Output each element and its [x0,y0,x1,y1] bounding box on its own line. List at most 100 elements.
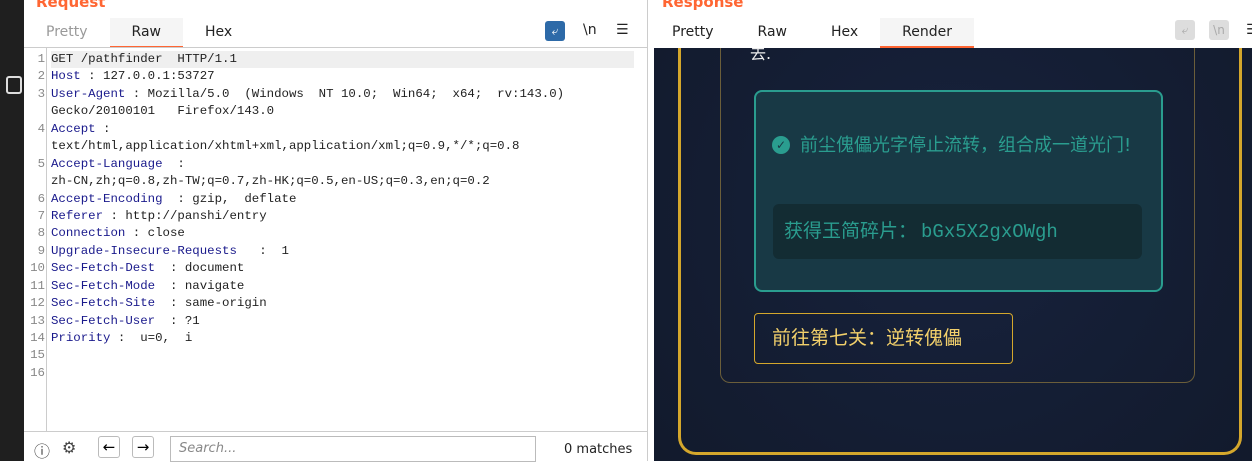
header-name: Sec-Fetch-User [51,313,156,328]
header-name: Upgrade-Insecure-Requests [51,243,237,258]
success-message: 前尘傀儡光字停止流转，组合成一道光门! [800,135,1132,156]
code-line: 6 Accept-Encoding : gzip, deflate [38,191,634,208]
shard-label: 获得玉简碎片： [784,220,918,242]
line-number: 14 [30,331,45,345]
code-line: 8 Connection : close [38,225,634,242]
module-icon[interactable] [6,76,22,94]
tab-raw[interactable]: Raw [109,18,183,48]
next-level-button[interactable]: 前往第七关：逆转傀儡 [754,313,1013,364]
check-circle-icon: ✓ [772,136,790,154]
match-count: 0 matches [564,442,633,457]
request-title: Request [36,0,106,11]
code-line: 12 Sec-Fetch-Site : same-origin [30,295,634,312]
search-input[interactable]: Search... [170,436,536,462]
code-line: 13 Sec-Fetch-User : ?1 [30,313,634,330]
newline-toggle[interactable]: \n [583,22,597,38]
line-text: : same-origin [155,296,267,311]
code-line: 5 Accept-Language : [38,156,634,173]
code-line: text/html,application/xhtml+xml,applicat… [51,138,634,155]
response-title: Response [662,0,744,11]
line-text: : 1 [236,243,289,258]
line-text: : navigate [155,278,245,293]
header-name: Sec-Fetch-Mode [51,278,156,293]
line-number: 1 [37,52,45,66]
code-line: 9 Upgrade-Insecure-Requests : 1 [38,243,634,260]
line-number: 6 [37,191,45,206]
line-text: : ?1 [155,313,200,328]
code-line: 15 [30,347,634,364]
line-text: : Mozilla/5.0 (Windows NT 10.0; Win64; x… [125,86,565,101]
line-text: : document [155,261,245,276]
rendered-page: 去. ✓ 前尘傀儡光字停止流转，组合成一道光门! 获得玉简碎片： bGx5X2gxO… [654,48,1252,461]
line-text: text/html,application/xhtml+xml,applicat… [51,139,520,154]
line-text: : gzip, deflate [162,191,297,206]
line-number: 12 [30,296,45,311]
line-number: 5 [37,156,45,171]
partial-text: 去. [750,48,772,63]
tab-raw[interactable]: Raw [736,18,809,48]
code-line: 7 Referer : http://panshi/entry [38,208,634,225]
line-number: 15 [30,348,45,363]
tab-pretty[interactable]: Pretty [650,18,736,48]
code-line: 4 Accept : [38,121,634,138]
success-box: ✓ 前尘傀儡光字停止流转，组合成一道光门! 获得玉简碎片： bGx5X2gxOWgh [754,90,1163,292]
line-text: : [95,121,111,136]
line-number: 10 [30,261,45,276]
line-number: 4 [37,121,45,136]
line-number: 7 [37,208,45,223]
menu-icon[interactable]: ☰ [1246,22,1252,38]
line-text: Gecko/20100101 Firefox/143.0 [51,104,275,119]
header-name: Connection [51,226,126,241]
line-number: 2 [37,69,45,84]
previous-match-button[interactable]: ← [98,436,120,458]
header-name: Accept [51,121,96,136]
line-text: zh-CN,zh;q=0.8,zh-TW;q=0.7,zh-HK;q=0.5,e… [51,174,490,189]
tab-pretty[interactable]: Pretty [24,18,110,48]
shard-box: 获得玉简碎片： bGx5X2gxOWgh [773,204,1142,259]
code-line: 14 Priority : u=0, i [30,330,634,347]
code-line: 16 [30,365,634,382]
line-number: 13 [30,313,45,328]
header-name: User-Agent [51,86,126,101]
header-name: Sec-Fetch-Site [51,296,156,311]
request-editor[interactable]: 1 GET /pathfinder HTTP/1.1 2 Host : 127.0.0… [30,51,634,382]
code-line: zh-CN,zh;q=0.8,zh-TW;q=0.7,zh-HK;q=0.5,e… [51,173,634,190]
menu-icon[interactable]: ☰ [616,22,629,38]
line-number: 3 [37,86,45,101]
line-text: : 127.0.0.1:53727 [80,69,215,84]
code-line: Gecko/20100101 Firefox/143.0 [51,103,634,120]
tab-hex[interactable]: Hex [809,18,880,48]
search-bar: ⓘ ⚙ ← → Search... 0 matches [24,431,647,462]
line-text: GET /pathfinder HTTP/1.1 [51,52,237,66]
tab-render[interactable]: Render [880,18,975,48]
header-name: Sec-Fetch-Dest [51,261,156,276]
wrap-lines-icon[interactable]: ⤶ [545,21,565,41]
line-text: : close [125,226,185,241]
code-line: 10 Sec-Fetch-Dest : document [30,260,634,277]
shard-value: bGx5X2gxOWgh [921,221,1058,243]
header-name: Referer [51,208,104,223]
app-sidebar-strip [0,0,24,461]
settings-icon[interactable]: ⚙ [62,438,76,457]
line-text: : [162,156,185,171]
header-name: Priority [51,331,111,345]
header-name: Accept-Language [51,156,163,171]
line-text: : http://panshi/entry [103,208,267,223]
code-line: 11 Sec-Fetch-Mode : navigate [30,278,634,295]
response-panel: Response Pretty Raw Hex Render ⤶ \n ☰ 去.… [650,0,1252,461]
header-name: Accept-Encoding [51,191,163,206]
tab-hex[interactable]: Hex [183,18,254,48]
line-number: 16 [30,365,45,380]
code-line: 2 Host : 127.0.0.1:53727 [38,68,634,85]
line-number: 11 [30,278,45,293]
help-icon[interactable]: ⓘ [34,438,50,462]
next-match-button[interactable]: → [132,436,154,458]
wrap-lines-icon[interactable]: ⤶ [1175,20,1195,40]
request-panel: Request Pretty Raw Hex ⤶ \n ☰ 1 GET /path… [24,0,648,462]
code-line: 1 GET /pathfinder HTTP/1.1 [38,51,634,69]
code-line: 3 User-Agent : Mozilla/5.0 (Windows NT 10… [38,86,634,103]
newline-toggle[interactable]: \n [1209,20,1229,40]
line-number: 8 [37,226,45,241]
line-number: 9 [37,243,45,258]
line-text: : u=0, i [110,331,193,345]
